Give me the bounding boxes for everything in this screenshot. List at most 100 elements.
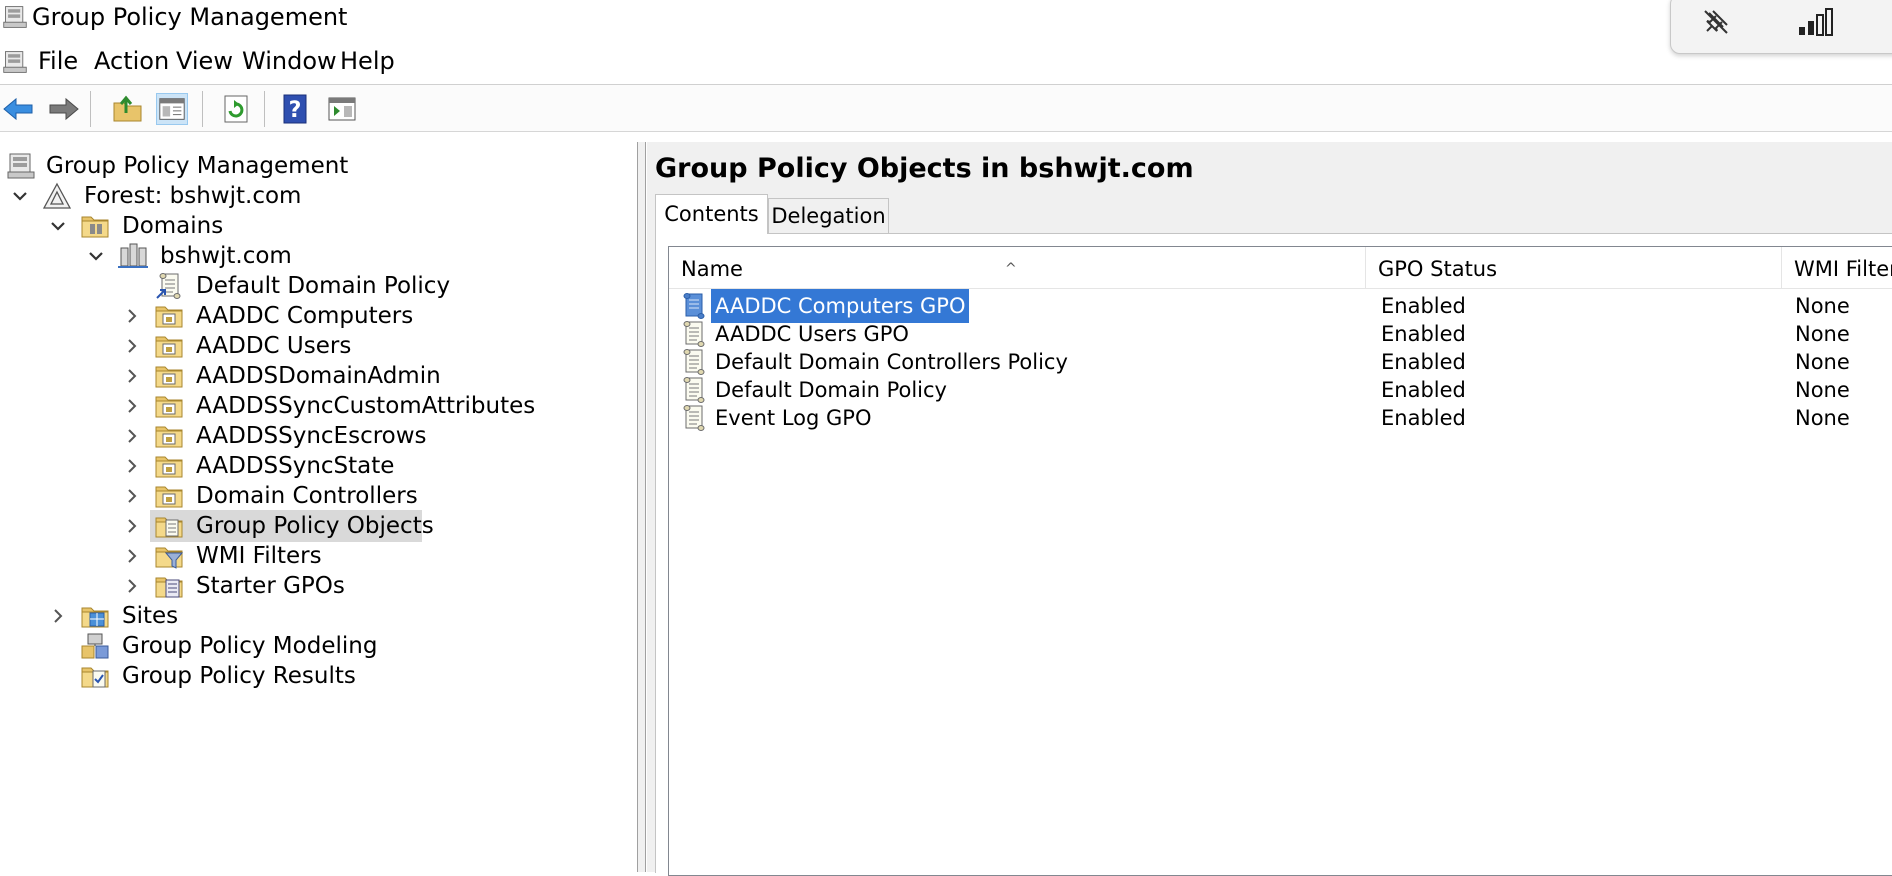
tree-item-starter-gpos[interactable]: Starter GPOs [0, 570, 620, 602]
chevron-right-icon[interactable] [48, 604, 68, 628]
tree-label: Group Policy Results [122, 663, 356, 689]
domains-folder-icon [81, 216, 109, 238]
sites-folder-icon [80, 602, 110, 630]
help-icon[interactable]: ? [280, 93, 312, 125]
chevron-right-icon[interactable] [122, 304, 142, 328]
tree-item-aaddssyncescrows[interactable]: AADDSSyncEscrows [0, 420, 620, 452]
row-status-cell: Enabled [1381, 406, 1466, 430]
sort-ascending-icon: ^ [1005, 261, 1017, 277]
tree-item-group-policy-results[interactable]: Group Policy Results [0, 660, 620, 692]
ou-folder-icon [154, 302, 184, 330]
tree-label: AADDSSyncCustomAttributes [196, 393, 536, 419]
tree-item-aaddssynccustomattributes[interactable]: AADDSSyncCustomAttributes [0, 390, 620, 422]
back-icon[interactable] [2, 93, 34, 125]
chevron-right-icon[interactable] [122, 424, 142, 448]
details-title: Group Policy Objects in bshwjt.com [655, 153, 1194, 184]
list-header: Name ^ GPO Status WMI Filter [669, 247, 1892, 289]
refresh-icon[interactable] [220, 93, 252, 125]
menu-window[interactable]: Window [238, 46, 341, 76]
tree-label: AADDSSyncState [196, 453, 395, 479]
menu-view[interactable]: View [172, 46, 237, 76]
modeling-icon [81, 633, 109, 659]
tree-label: Starter GPOs [196, 573, 345, 599]
tree-item-default-domain-policy[interactable]: Default Domain Policy [0, 270, 620, 302]
tree-label: Default Domain Policy [196, 273, 451, 299]
ou-folder-icon [154, 452, 184, 480]
column-header-wmi-filter[interactable]: WMI Filter [1782, 247, 1892, 289]
tree-label: AADDC Users [196, 333, 352, 359]
tree-item-group-policy-modeling[interactable]: Group Policy Modeling [0, 630, 620, 662]
chevron-right-icon[interactable] [122, 544, 142, 568]
gpo-icon [679, 404, 707, 432]
row-wmi-cell: None [1795, 406, 1850, 430]
tree-item-forest[interactable]: Forest: bshwjt.com [0, 180, 620, 212]
toolbar: ? [0, 84, 1892, 132]
tree-item-domain-controllers[interactable]: Domain Controllers [0, 480, 620, 512]
gpo-folder-icon [154, 512, 184, 540]
system-menu-icon[interactable] [2, 48, 28, 76]
chevron-down-icon[interactable] [86, 244, 106, 268]
gpo-icon [679, 292, 707, 320]
ou-folder-icon [154, 422, 184, 450]
chevron-right-icon[interactable] [122, 334, 142, 358]
menu-bar: File Action View Window Help [0, 42, 1892, 82]
chevron-right-icon[interactable] [122, 364, 142, 388]
tree-label: AADDC Computers [196, 303, 414, 329]
tree-label: Group Policy Objects [196, 513, 434, 539]
up-folder-icon[interactable] [112, 93, 144, 125]
gpo-icon [679, 320, 707, 348]
column-header-gpo-status[interactable]: GPO Status [1366, 247, 1782, 289]
tree-label: Forest: bshwjt.com [84, 183, 302, 209]
chevron-right-icon[interactable] [122, 574, 142, 598]
forest-icon [42, 182, 72, 209]
console-tree: Group Policy Management Forest: bshwjt.c… [0, 142, 638, 872]
forward-icon[interactable] [48, 93, 80, 125]
chevron-right-icon[interactable] [122, 394, 142, 418]
tree-item-aaddc-computers[interactable]: AADDC Computers [0, 300, 620, 332]
toolbar-separator [90, 91, 91, 127]
group-policy-management-icon [6, 152, 36, 180]
row-name-cell[interactable]: Event Log GPO [711, 401, 876, 435]
tree-item-domain-bshwjt[interactable]: bshwjt.com [0, 240, 620, 272]
tree-item-group-policy-objects[interactable]: Group Policy Objects [0, 510, 620, 542]
tree-label: Domains [122, 213, 224, 239]
chevron-right-icon[interactable] [122, 454, 142, 478]
table-row[interactable]: Event Log GPO Enabled None [669, 401, 1892, 435]
gpo-link-icon [156, 272, 184, 300]
chevron-right-icon[interactable] [122, 514, 142, 538]
signal-strength-icon [1799, 8, 1833, 36]
tree-label: Domain Controllers [196, 483, 418, 509]
tree-item-aaddc-users[interactable]: AADDC Users [0, 330, 620, 362]
group-policy-app-icon [2, 4, 28, 30]
chevron-down-icon[interactable] [48, 214, 68, 238]
ou-folder-icon [154, 362, 184, 390]
pane-splitter[interactable] [638, 142, 646, 872]
tree-label: Group Policy Management [46, 153, 349, 179]
menu-file[interactable]: File [34, 46, 82, 76]
show-hide-tree-icon[interactable] [156, 93, 188, 125]
tab-contents[interactable]: Contents [655, 194, 768, 234]
tab-delegation[interactable]: Delegation [768, 198, 889, 234]
ou-folder-icon [154, 482, 184, 510]
column-header-name[interactable]: Name ^ [669, 247, 1366, 289]
tree-item-group-policy-management[interactable]: Group Policy Management [0, 150, 620, 182]
tree-label: Group Policy Modeling [122, 633, 378, 659]
tree-item-wmi-filters[interactable]: WMI Filters [0, 540, 620, 572]
menu-action[interactable]: Action [90, 46, 173, 76]
results-folder-icon [80, 662, 110, 688]
tree-item-aaddsdomainadmin[interactable]: AADDSDomainAdmin [0, 360, 620, 392]
tree-item-domains[interactable]: Domains [0, 210, 620, 242]
ou-folder-icon [154, 332, 184, 360]
menu-help[interactable]: Help [336, 46, 399, 76]
action-pane-icon[interactable] [326, 93, 358, 125]
chevron-down-icon[interactable] [10, 184, 30, 208]
window-title: Group Policy Management [32, 3, 348, 31]
tree-item-aaddssyncstate[interactable]: AADDSSyncState [0, 450, 620, 482]
gpo-list: Name ^ GPO Status WMI Filter AADDC Compu… [668, 246, 1892, 876]
toolbar-separator [264, 91, 265, 127]
tree-item-sites[interactable]: Sites [0, 600, 620, 632]
unpin-icon[interactable] [1701, 7, 1731, 37]
domain-icon [118, 243, 148, 268]
chevron-right-icon[interactable] [122, 484, 142, 508]
toolbar-separator [202, 91, 203, 127]
